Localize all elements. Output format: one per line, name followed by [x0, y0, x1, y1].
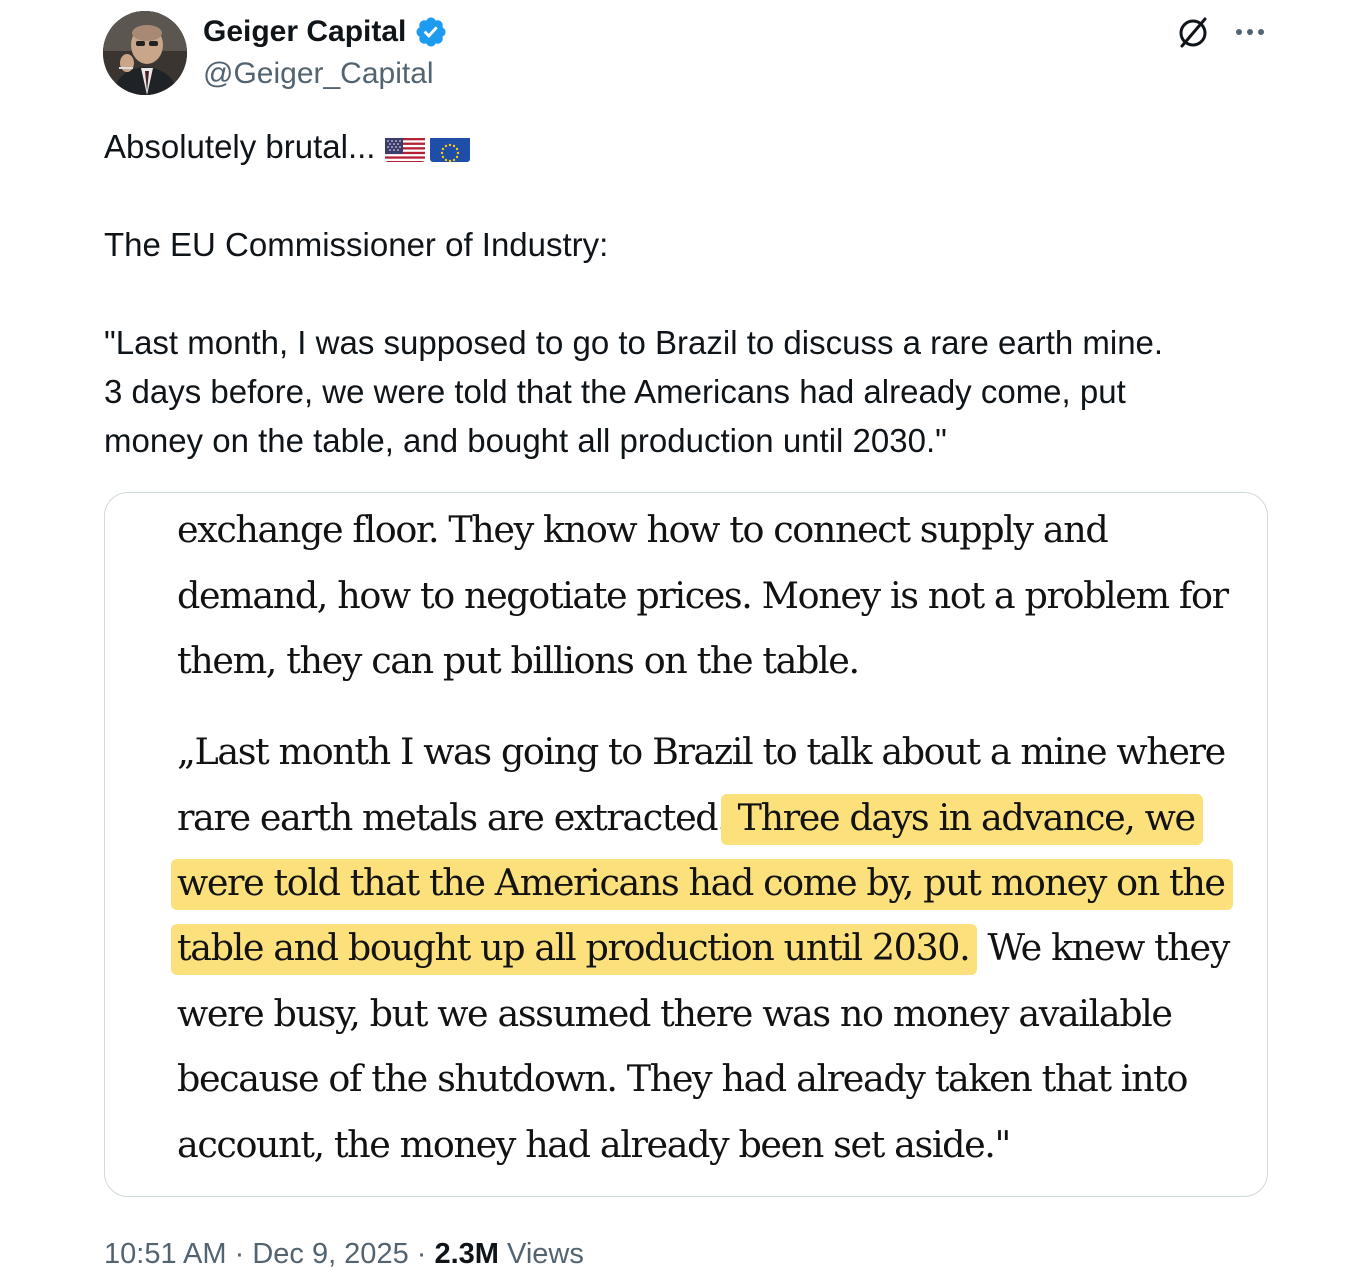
- article-highlighted-text: were told that the Americans had come by…: [171, 859, 1233, 910]
- article-plain-text: rare earth metals are extracted.: [177, 796, 729, 839]
- author-handle[interactable]: @Geiger_Capital: [203, 54, 434, 94]
- more-options-icon[interactable]: [1231, 14, 1269, 50]
- article-plain-text: We knew they: [977, 926, 1231, 969]
- tweet-text-line-2: The EU Commissioner of Industry:: [104, 226, 609, 263]
- tweet-quote-line: "Last month, I was supposed to go to Bra…: [104, 324, 1164, 361]
- tweet-quote-line: 3 days before, we were told that the Ame…: [104, 373, 1126, 410]
- article-line: rare earth metals are extracted. Three d…: [177, 793, 1203, 845]
- tweet-quote-block: "Last month, I was supposed to go to Bra…: [104, 318, 1163, 465]
- article-highlighted-text: table and bought up all production until…: [171, 924, 978, 975]
- display-name[interactable]: Geiger Capital: [203, 12, 406, 52]
- avatar[interactable]: [103, 11, 187, 95]
- article-screenshot-card[interactable]: exchange floor. They know how to connect…: [104, 492, 1268, 1197]
- person-portrait-avatar: [103, 11, 187, 95]
- meta-separator: ·: [226, 1238, 253, 1270]
- tweet-quote-line: money on the table, and bought all produ…: [104, 422, 947, 459]
- article-line: exchange floor. They know how to connect…: [177, 508, 1109, 551]
- article-line: account, the money had already been set …: [177, 1123, 1011, 1166]
- tweet-meta: 10:51 AM · Dec 9, 2025 · 2.3M Views: [104, 1232, 584, 1276]
- tweet-time[interactable]: 10:51 AM: [104, 1238, 227, 1270]
- views-label: Views: [498, 1238, 584, 1270]
- views-count[interactable]: 2.3M: [434, 1238, 498, 1270]
- verified-badge-icon: [416, 17, 446, 47]
- article-line: „Last month I was going to Brazil to tal…: [177, 730, 1226, 773]
- eu-flag-icon: [430, 132, 471, 162]
- tweet-intro: Absolutely brutal...: [104, 128, 376, 165]
- article-line: them, they can put billions on the table…: [177, 639, 860, 682]
- author-display-name-row[interactable]: Geiger Capital: [203, 12, 448, 52]
- us-flag-icon: [385, 132, 426, 162]
- article-line: because of the shutdown. They had alread…: [177, 1057, 1188, 1100]
- article-line: demand, how to negotiate prices. Money i…: [177, 574, 1229, 617]
- grok-icon[interactable]: [1174, 13, 1212, 51]
- meta-separator: ·: [408, 1238, 435, 1270]
- article-line: table and bought up all production until…: [171, 923, 1231, 975]
- article-line: were told that the Americans had come by…: [171, 858, 1233, 910]
- article-highlighted-text: Three days in advance, we: [721, 794, 1203, 845]
- article-line: were busy, but we assumed there was no m…: [177, 992, 1173, 1035]
- tweet-text-line-1: Absolutely brutal...: [104, 122, 471, 171]
- tweet-date[interactable]: Dec 9, 2025: [252, 1238, 408, 1270]
